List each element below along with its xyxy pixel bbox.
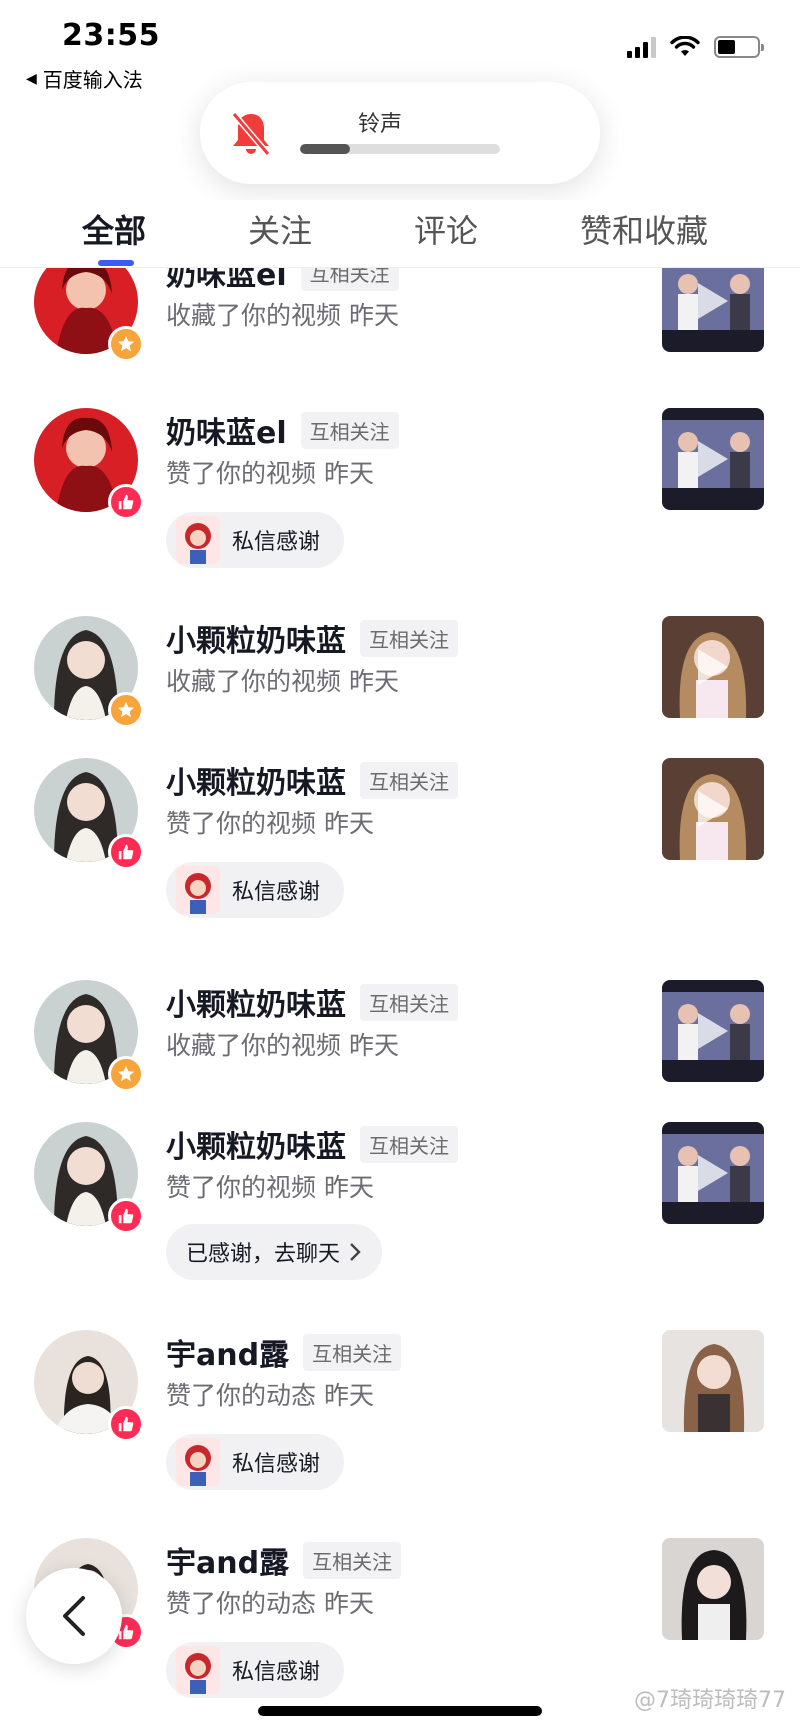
avatar[interactable] — [34, 1330, 144, 1442]
wifi-icon — [670, 36, 700, 56]
play-icon — [698, 1013, 728, 1049]
user-name[interactable]: 奶味蓝el — [166, 408, 287, 452]
private-message-thanks-button[interactable]: 私信感谢 — [166, 1642, 345, 1698]
user-name[interactable]: 小颗粒奶味蓝 — [166, 980, 346, 1024]
system-icons — [627, 36, 764, 58]
play-icon — [698, 1155, 728, 1191]
avatar[interactable] — [34, 616, 144, 728]
back-to-app-link[interactable]: ◀ 百度输入法 — [26, 64, 143, 93]
notification-action: 收藏了你的视频 昨天 — [166, 667, 399, 696]
mutual-follow-tag: 互相关注 — [303, 1333, 402, 1371]
photo-thumbnail[interactable] — [662, 1330, 764, 1432]
user-name[interactable]: 奶味蓝el — [166, 268, 287, 294]
play-icon — [698, 649, 728, 685]
user-name[interactable]: 宇and露 — [166, 1538, 289, 1582]
user-name[interactable]: 宇and露 — [166, 1330, 289, 1374]
avatar[interactable] — [34, 1122, 144, 1234]
chevron-left-icon — [63, 1596, 85, 1636]
back-button[interactable] — [26, 1568, 122, 1664]
play-icon — [698, 283, 728, 319]
avatar[interactable] — [34, 268, 144, 362]
video-thumbnail[interactable] — [662, 268, 764, 352]
mutual-follow-tag: 互相关注 — [300, 268, 399, 291]
mutual-follow-tag: 互相关注 — [360, 619, 458, 657]
mutual-follow-tag: 互相关注 — [300, 411, 399, 449]
notification-action: 收藏了你的视频 昨天 — [166, 1031, 399, 1060]
notification-action: 赞了你的视频 昨天 — [166, 1173, 374, 1202]
tab-all[interactable]: 全部 — [82, 206, 146, 252]
button-label: 私信感谢 — [232, 1452, 321, 1477]
button-label: 私信感谢 — [232, 880, 321, 905]
button-label: 私信感谢 — [232, 1660, 321, 1685]
notification-action: 赞了你的动态 昨天 — [166, 1381, 374, 1410]
user-name[interactable]: 小颗粒奶味蓝 — [166, 1122, 346, 1166]
sticker-icon — [176, 866, 220, 914]
sticker-icon — [176, 1646, 220, 1694]
tab-follow[interactable]: 关注 — [248, 206, 312, 252]
button-label: 私信感谢 — [232, 530, 321, 555]
thumbs-up-icon — [108, 834, 144, 870]
status-bar: 23:55 ◀ 百度输入法 — [0, 0, 800, 93]
back-triangle-icon: ◀ — [26, 70, 37, 87]
mutual-follow-tag: 互相关注 — [360, 761, 458, 799]
status-time: 23:55 — [62, 18, 160, 53]
notification-action: 收藏了你的视频 昨天 — [166, 301, 399, 330]
video-thumbnail[interactable] — [662, 1122, 764, 1224]
bell-slash-icon — [231, 112, 271, 156]
back-app-label: 百度输入法 — [42, 68, 143, 92]
home-indicator[interactable] — [258, 1706, 542, 1716]
watermark: @7琦琦琦琦77 — [634, 1688, 786, 1713]
ringtone-volume-hud: 铃声 — [200, 82, 600, 184]
avatar[interactable] — [34, 408, 144, 520]
tab-likes-favorites[interactable]: 赞和收藏 — [580, 206, 708, 252]
play-icon — [698, 791, 728, 827]
notification-action: 赞了你的视频 昨天 — [166, 809, 374, 838]
button-label: 已感谢，去聊天 — [186, 1242, 341, 1267]
mutual-follow-tag: 互相关注 — [360, 1125, 458, 1163]
cellular-signal-icon — [627, 36, 656, 58]
sticker-icon — [176, 1438, 220, 1486]
video-thumbnail[interactable] — [662, 408, 764, 510]
sticker-icon — [176, 516, 220, 564]
notification-tabs: 全部 关注 评论 赞和收藏 — [0, 200, 800, 268]
avatar[interactable] — [34, 758, 144, 870]
video-thumbnail[interactable] — [662, 616, 764, 718]
user-name[interactable]: 小颗粒奶味蓝 — [166, 616, 346, 660]
thumbs-up-icon — [108, 1198, 144, 1234]
avatar[interactable] — [34, 980, 144, 1092]
chevron-right-icon — [350, 1243, 361, 1261]
photo-thumbnail[interactable] — [662, 1538, 764, 1640]
private-message-thanks-button[interactable]: 私信感谢 — [166, 512, 345, 568]
video-thumbnail[interactable] — [662, 980, 764, 1082]
ringtone-volume-bar — [300, 144, 500, 154]
user-name[interactable]: 小颗粒奶味蓝 — [166, 758, 346, 802]
notification-action: 赞了你的视频 昨天 — [166, 459, 374, 488]
ringtone-label: 铃声 — [358, 112, 403, 137]
thumbs-up-icon — [108, 484, 144, 520]
star-icon — [108, 692, 144, 728]
private-message-thanks-button[interactable]: 私信感谢 — [166, 862, 345, 918]
tab-indicator — [98, 260, 134, 266]
notification-list: 奶味蓝el 互相关注 收藏了你的视频 昨天 奶味蓝el 互相关注 赞了你的视频 … — [0, 268, 800, 1731]
star-icon — [108, 1056, 144, 1092]
play-icon — [698, 441, 728, 477]
mutual-follow-tag: 互相关注 — [360, 983, 458, 1021]
mutual-follow-tag: 互相关注 — [303, 1541, 402, 1579]
tab-comments[interactable]: 评论 — [414, 206, 478, 252]
go-chat-button[interactable]: 已感谢，去聊天 — [166, 1224, 383, 1280]
thumbs-up-icon — [108, 1406, 144, 1442]
private-message-thanks-button[interactable]: 私信感谢 — [166, 1434, 345, 1490]
star-icon — [108, 326, 144, 362]
notification-action: 赞了你的动态 昨天 — [166, 1589, 374, 1618]
battery-icon — [714, 36, 764, 58]
video-thumbnail[interactable] — [662, 758, 764, 860]
